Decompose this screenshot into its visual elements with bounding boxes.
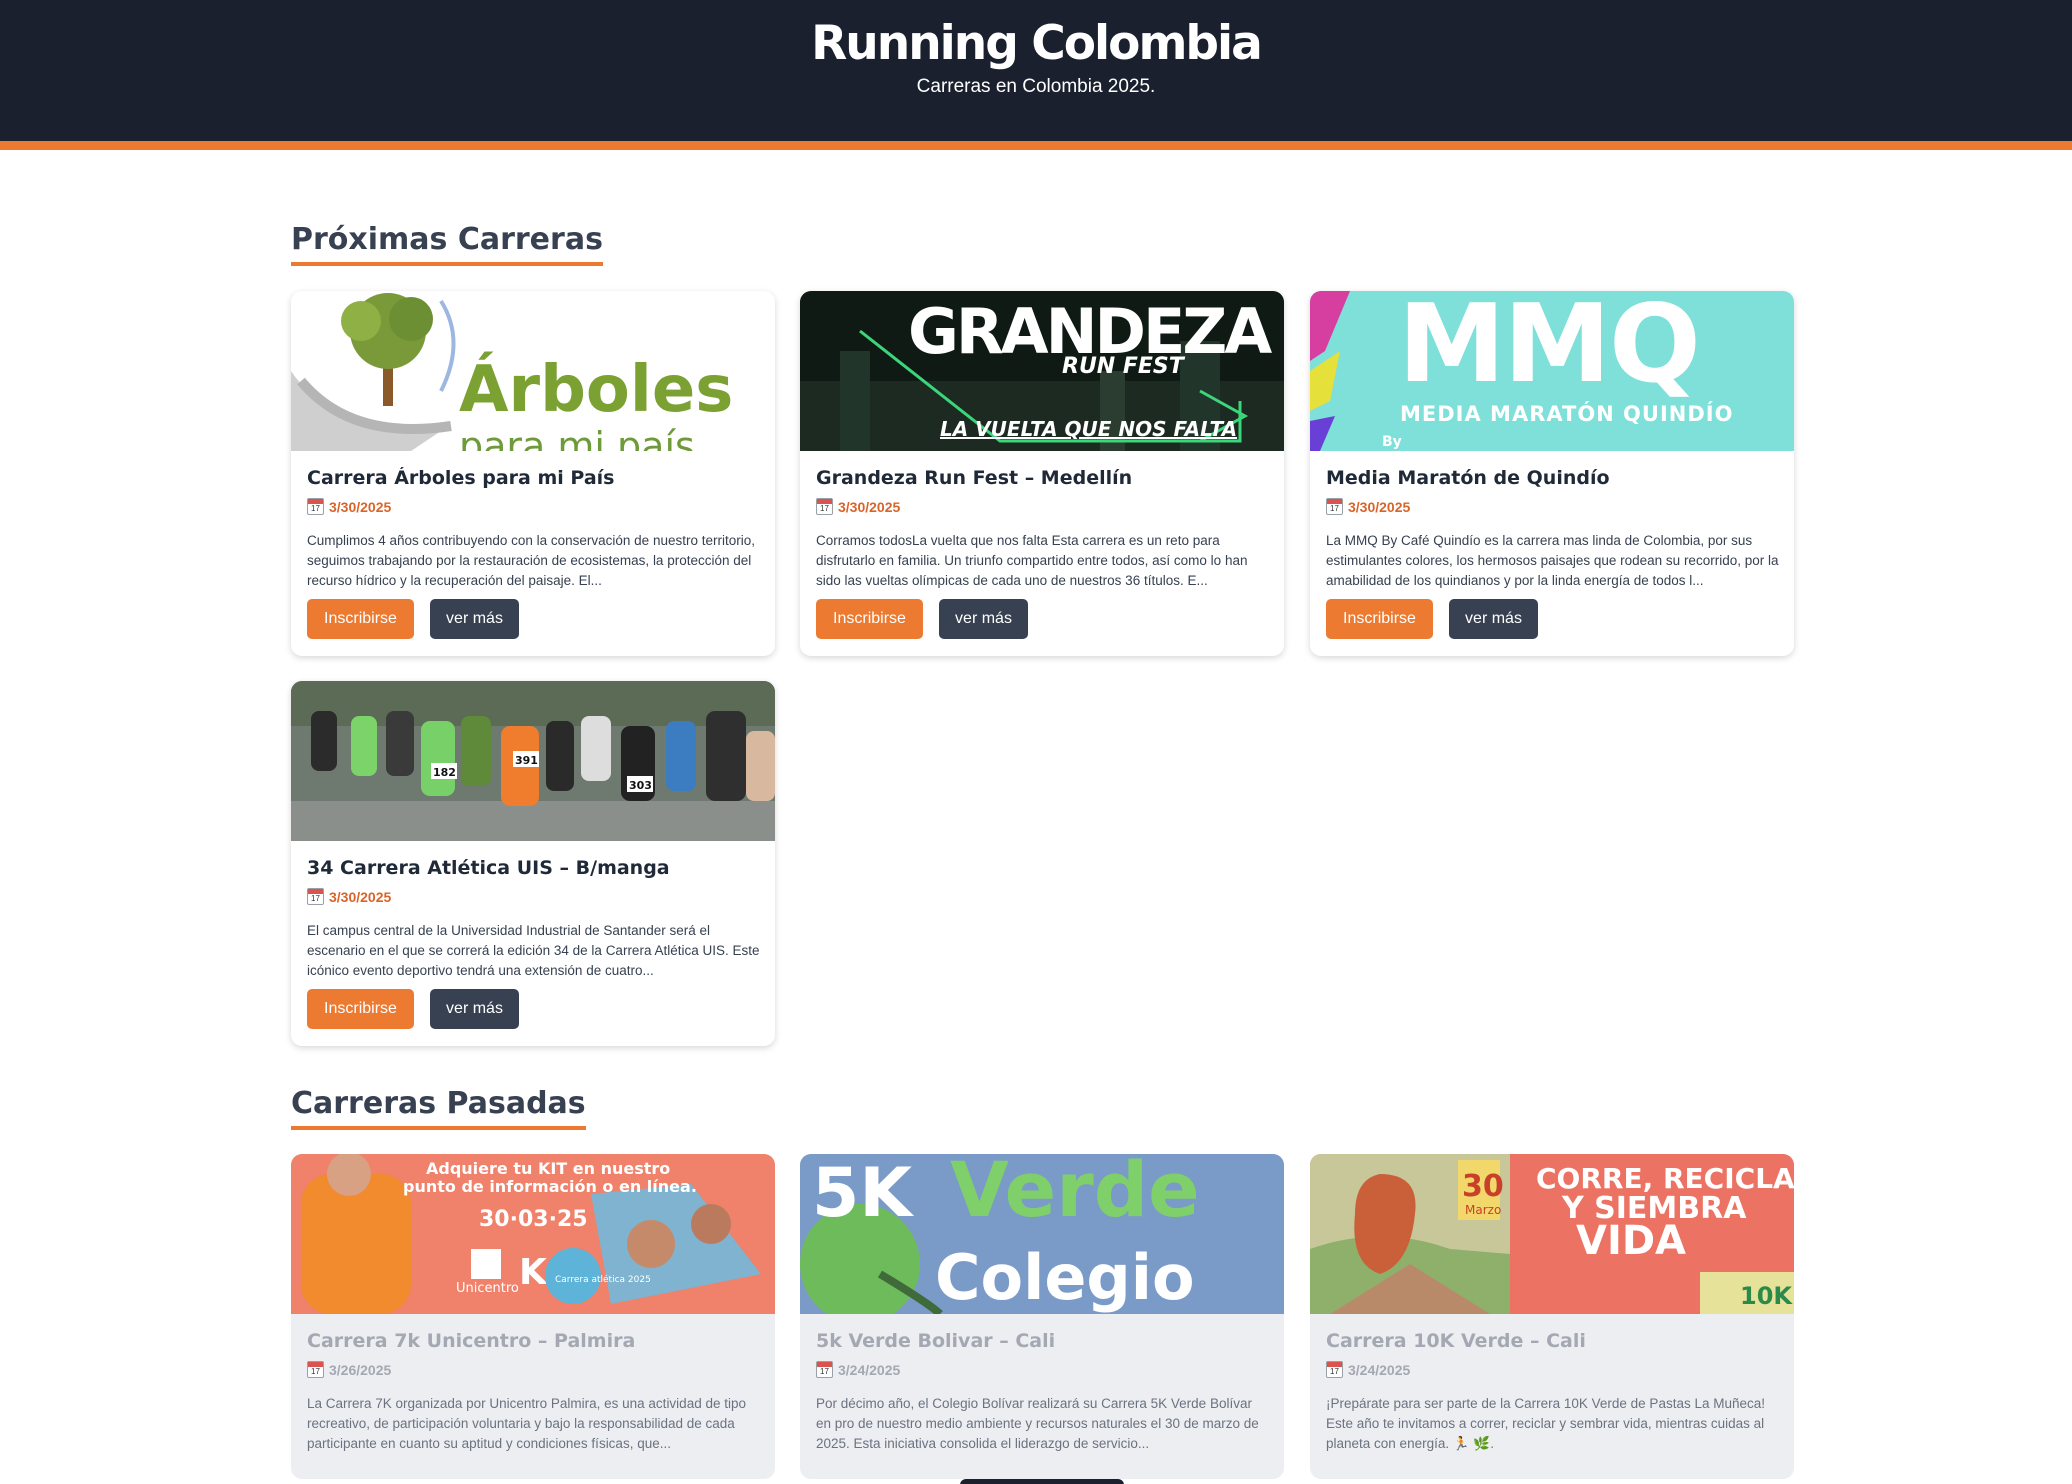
date-text: 3/30/2025 <box>329 888 392 905</box>
race-image: MMQ MEDIA MARATÓN QUINDÍO By <box>1310 291 1794 451</box>
image-text: Verde <box>950 1154 1200 1234</box>
image-text: 182 <box>433 766 456 779</box>
register-button[interactable]: Inscribirse <box>307 599 414 639</box>
date-text: 3/30/2025 <box>1348 498 1411 515</box>
image-text: punto de información o en línea. <box>403 1177 697 1196</box>
race-description: Corramos todosLa vuelta que nos falta Es… <box>816 533 1248 588</box>
race-date: 3/30/2025 <box>816 498 900 515</box>
date-text: 3/26/2025 <box>329 1361 392 1378</box>
past-race-card: Adquiere tu KIT en nuestro punto de info… <box>291 1154 775 1479</box>
race-image: GRANDEZA RUN FEST LA VUELTA QUE NOS FALT… <box>800 291 1284 451</box>
past-race-card: 30 Marzo CORRE, RECICLA Y SIEMBRA VIDA 1… <box>1310 1154 1794 1479</box>
race-title: Carrera 10K Verde – Cali <box>1326 1330 1586 1352</box>
race-title: Carrera Árboles para mi País <box>307 467 615 489</box>
date-text: 3/24/2025 <box>1348 1361 1411 1378</box>
image-text: 10K <box>1740 1282 1793 1310</box>
image-text: 30·03·25 <box>479 1207 588 1232</box>
register-button[interactable]: Inscribirse <box>1326 599 1433 639</box>
image-text: Unicentro <box>456 1281 519 1296</box>
calendar-icon <box>307 498 324 515</box>
more-button[interactable]: ver más <box>430 989 519 1029</box>
race-date: 3/30/2025 <box>1326 498 1410 515</box>
calendar-icon <box>307 888 324 905</box>
date-text: 3/30/2025 <box>838 498 901 515</box>
race-title: Media Maratón de Quindío <box>1326 467 1610 489</box>
race-date: 3/26/2025 <box>307 1361 391 1378</box>
site-subtitle: Carreras en Colombia 2025. <box>916 76 1156 97</box>
race-title: Carrera 7k Unicentro – Palmira <box>307 1330 636 1352</box>
race-description: La Carrera 7K organizada por Unicentro P… <box>307 1396 746 1451</box>
scroll-to-top-button[interactable] <box>960 1479 1124 1484</box>
svg-text:K: K <box>519 1252 548 1293</box>
more-button[interactable]: ver más <box>1449 599 1538 639</box>
image-text: LA VUELTA QUE NOS FALTA <box>940 417 1237 441</box>
image-text: Marzo <box>1465 1203 1501 1217</box>
more-button[interactable]: ver más <box>430 599 519 639</box>
race-image: 182 391 303 <box>291 681 775 841</box>
calendar-icon <box>307 1361 324 1378</box>
race-image: 5K Verde Colegio <box>800 1154 1284 1314</box>
image-text: MMQ <box>1398 291 1699 407</box>
image-text: 30 <box>1462 1169 1504 1204</box>
race-description: El campus central de la Universidad Indu… <box>307 923 760 978</box>
race-title: 5k Verde Bolivar – Cali <box>816 1330 1056 1352</box>
race-card: MMQ MEDIA MARATÓN QUINDÍO By Media Marat… <box>1310 291 1794 656</box>
race-image: Árboles para mi país <box>291 291 775 451</box>
race-image: 30 Marzo CORRE, RECICLA Y SIEMBRA VIDA 1… <box>1310 1154 1794 1314</box>
upcoming-section-title: Próximas Carreras <box>291 222 603 266</box>
image-text: MEDIA MARATÓN QUINDÍO <box>1400 401 1733 426</box>
image-text: 391 <box>515 754 538 767</box>
register-button[interactable]: Inscribirse <box>307 989 414 1029</box>
race-date: 3/30/2025 <box>307 498 391 515</box>
more-button[interactable]: ver más <box>939 599 1028 639</box>
image-text: By <box>1382 434 1402 450</box>
date-text: 3/24/2025 <box>838 1361 901 1378</box>
calendar-icon <box>1326 1361 1343 1378</box>
race-description: Cumplimos 4 años contribuyendo con la co… <box>307 533 755 588</box>
register-button[interactable]: Inscribirse <box>816 599 923 639</box>
past-section-title: Carreras Pasadas <box>291 1086 586 1130</box>
image-text: para mi país <box>459 424 695 451</box>
image-text: Árboles <box>459 351 733 427</box>
image-text: Carrera atlética 2025 <box>555 1274 651 1285</box>
date-text: 3/30/2025 <box>329 498 392 515</box>
image-text: 303 <box>629 779 652 792</box>
race-description: La MMQ By Café Quindío es la carrera mas… <box>1326 533 1779 588</box>
image-text: RUN FEST <box>1062 354 1186 379</box>
image-text: Colegio <box>935 1241 1195 1314</box>
race-description: Por décimo año, el Colegio Bolívar reali… <box>816 1396 1259 1451</box>
race-card: Árboles para mi país Carrera Árboles par… <box>291 291 775 656</box>
race-image: Adquiere tu KIT en nuestro punto de info… <box>291 1154 775 1314</box>
calendar-icon <box>816 1361 833 1378</box>
calendar-icon <box>1326 498 1343 515</box>
site-header: Running Colombia Carreras en Colombia 20… <box>0 0 2072 150</box>
calendar-icon <box>816 498 833 515</box>
image-text: 5K <box>812 1154 914 1233</box>
race-title: 34 Carrera Atlética UIS – B/manga <box>307 857 670 879</box>
race-description: ¡Prepárate para ser parte de la Carrera … <box>1326 1396 1766 1451</box>
race-date: 3/30/2025 <box>307 888 391 905</box>
race-date: 3/24/2025 <box>816 1361 900 1378</box>
image-text: Adquiere tu KIT en nuestro <box>426 1159 670 1178</box>
race-date: 3/24/2025 <box>1326 1361 1410 1378</box>
race-title: Grandeza Run Fest – Medellín <box>816 467 1133 489</box>
race-card: 182 391 303 34 Carrera Atlética UIS – B/… <box>291 681 775 1046</box>
past-race-card: 5K Verde Colegio 5k Verde Bolivar – Cali… <box>800 1154 1284 1479</box>
race-card: GRANDEZA RUN FEST LA VUELTA QUE NOS FALT… <box>800 291 1284 656</box>
image-text: VIDA <box>1576 1218 1686 1264</box>
site-title: Running Colombia <box>811 16 1263 71</box>
